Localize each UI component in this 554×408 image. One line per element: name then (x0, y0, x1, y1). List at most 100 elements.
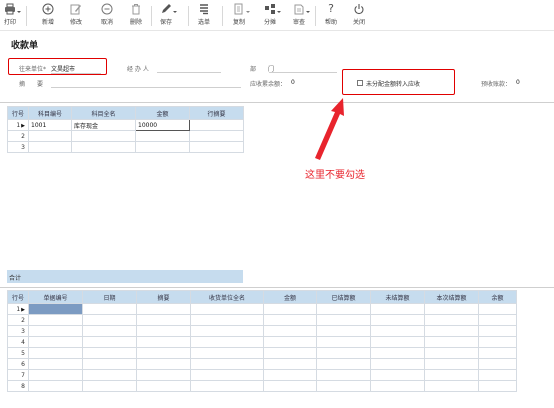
account-name-cell[interactable] (71, 130, 136, 142)
account-code-cell[interactable] (28, 141, 72, 153)
col-header-line-memo[interactable]: 行摘要 (189, 106, 244, 120)
settled-cell[interactable] (316, 347, 371, 359)
current-settle-cell[interactable] (424, 358, 479, 370)
audit-button[interactable]: 审查 (283, 3, 315, 29)
date-cell[interactable] (82, 336, 137, 348)
unsettled-cell[interactable] (370, 369, 425, 381)
unsettled-cell[interactable] (370, 347, 425, 359)
balance-cell[interactable] (478, 369, 517, 381)
account-name-cell[interactable] (71, 141, 136, 153)
current-settle-cell[interactable] (424, 303, 479, 315)
amount-cell[interactable] (263, 303, 317, 315)
col-header-amount[interactable]: 金额 (263, 290, 317, 304)
amount-cell[interactable] (263, 314, 317, 326)
table-row[interactable]: 1▶ (7, 303, 517, 315)
account-name-cell[interactable]: 库存现金 (71, 119, 136, 131)
balance-cell[interactable] (478, 347, 517, 359)
date-cell[interactable] (82, 369, 137, 381)
amount-cell[interactable] (263, 325, 317, 337)
doc-number-cell[interactable] (28, 336, 83, 348)
settled-cell[interactable] (316, 380, 371, 392)
summary-cell[interactable] (136, 347, 191, 359)
doc-number-cell[interactable] (28, 303, 83, 315)
col-header-account-code[interactable]: 科目编号 (28, 106, 72, 120)
receiver-name-cell[interactable] (190, 303, 264, 315)
account-code-cell[interactable]: 1001 (28, 119, 72, 131)
date-cell[interactable] (82, 358, 137, 370)
table-row[interactable]: 2 (7, 314, 517, 326)
current-settle-cell[interactable] (424, 380, 479, 392)
amount-cell[interactable] (263, 336, 317, 348)
settled-cell[interactable] (316, 314, 371, 326)
amount-cell[interactable] (263, 380, 317, 392)
receiver-name-cell[interactable] (190, 347, 264, 359)
col-header-account-name[interactable]: 科目全名 (71, 106, 136, 120)
col-header-date[interactable]: 日期 (82, 290, 137, 304)
unsettled-cell[interactable] (370, 358, 425, 370)
balance-cell[interactable] (478, 380, 517, 392)
summary-cell[interactable] (136, 314, 191, 326)
date-cell[interactable] (82, 325, 137, 337)
line-memo-cell[interactable] (189, 119, 244, 131)
amount-cell[interactable] (135, 141, 190, 153)
date-cell[interactable] (82, 347, 137, 359)
settled-cell[interactable] (316, 325, 371, 337)
table-row[interactable]: 7 (7, 369, 517, 381)
chevron-down-icon[interactable] (172, 9, 178, 15)
col-header-doc-number[interactable]: 单据编号 (28, 290, 83, 304)
department-field[interactable] (269, 72, 337, 73)
amount-cell[interactable] (263, 369, 317, 381)
table-row[interactable]: 1▶ 1001 库存现金 10000 (7, 119, 244, 131)
balance-cell[interactable] (478, 325, 517, 337)
receiver-name-cell[interactable] (190, 314, 264, 326)
summary-cell[interactable] (136, 303, 191, 315)
table-row[interactable]: 8 (7, 380, 517, 392)
col-header-balance[interactable]: 余额 (478, 290, 517, 304)
settled-cell[interactable] (316, 336, 371, 348)
close-button[interactable]: 关闭 (343, 3, 375, 29)
summary-cell[interactable] (136, 369, 191, 381)
unsettled-cell[interactable] (370, 314, 425, 326)
table-row[interactable]: 6 (7, 358, 517, 370)
save-button[interactable]: 保存 (150, 3, 182, 29)
table-row[interactable]: 3 (7, 325, 517, 337)
chevron-down-icon[interactable] (276, 9, 282, 15)
col-header-unsettled[interactable]: 未结算额 (370, 290, 425, 304)
receiver-name-cell[interactable] (190, 325, 264, 337)
unsettled-cell[interactable] (370, 325, 425, 337)
date-cell[interactable] (82, 380, 137, 392)
current-settle-cell[interactable] (424, 369, 479, 381)
receiver-name-cell[interactable] (190, 336, 264, 348)
receiver-name-cell[interactable] (190, 380, 264, 392)
balance-cell[interactable] (478, 358, 517, 370)
print-button[interactable]: 打印 (0, 3, 26, 29)
table-row[interactable]: 4 (7, 336, 517, 348)
account-code-cell[interactable] (28, 130, 72, 142)
table-row[interactable]: 2 (7, 130, 244, 142)
doc-number-cell[interactable] (28, 369, 83, 381)
unsettled-cell[interactable] (370, 336, 425, 348)
amount-cell[interactable] (135, 130, 190, 142)
doc-number-cell[interactable] (28, 325, 83, 337)
amount-cell[interactable] (263, 347, 317, 359)
summary-cell[interactable] (136, 380, 191, 392)
col-header-receiver-name[interactable]: 收货单位全名 (190, 290, 264, 304)
unsettled-cell[interactable] (370, 303, 425, 315)
settled-cell[interactable] (316, 303, 371, 315)
cancel-button[interactable]: 取消 (91, 3, 123, 29)
doc-number-cell[interactable] (28, 347, 83, 359)
current-settle-cell[interactable] (424, 336, 479, 348)
chevron-down-icon[interactable] (16, 9, 22, 15)
memo-field[interactable] (51, 87, 241, 88)
amount-cell[interactable] (263, 358, 317, 370)
copy-button[interactable]: 复制 (223, 3, 255, 29)
col-header-amount[interactable]: 金额 (135, 106, 190, 120)
date-cell[interactable] (82, 303, 137, 315)
select-doc-button[interactable]: 选单 (188, 3, 220, 29)
unsettled-cell[interactable] (370, 380, 425, 392)
chevron-down-icon[interactable] (305, 9, 311, 15)
line-memo-cell[interactable] (189, 130, 244, 142)
summary-cell[interactable] (136, 358, 191, 370)
date-cell[interactable] (82, 314, 137, 326)
line-memo-cell[interactable] (189, 141, 244, 153)
